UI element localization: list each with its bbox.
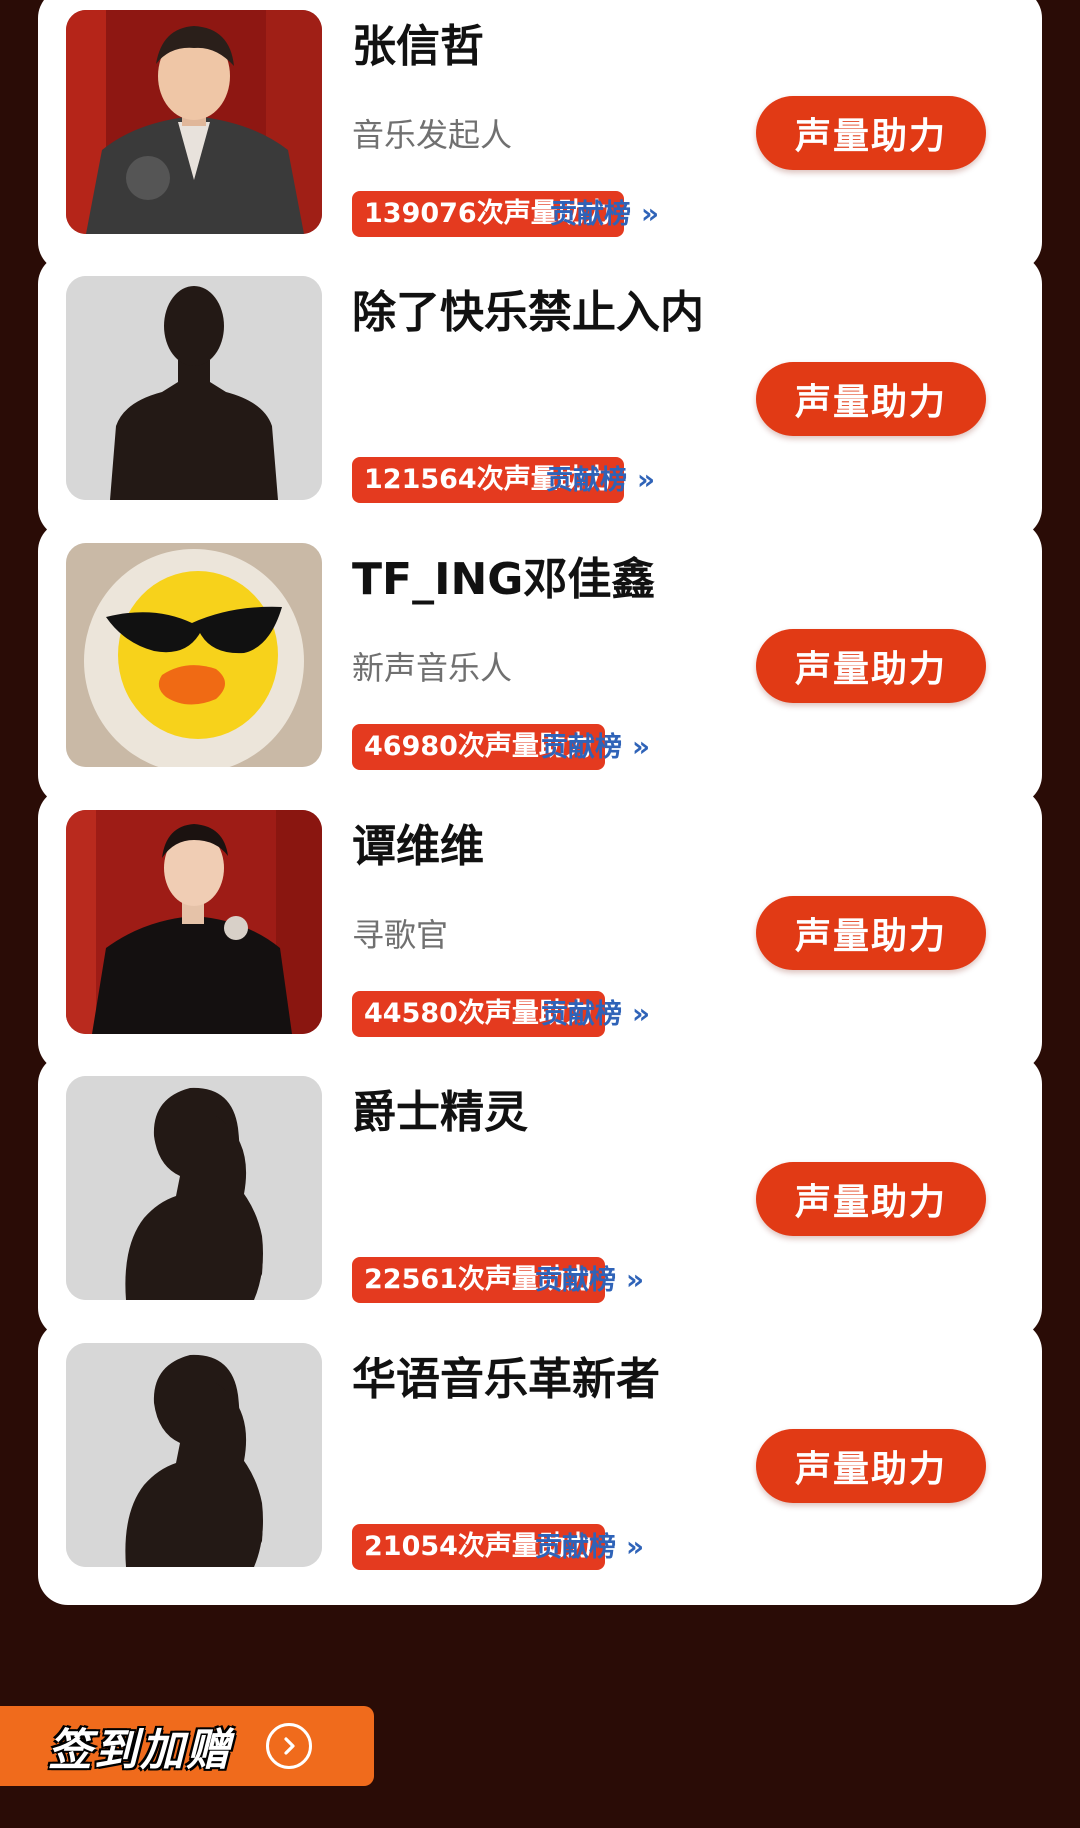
contribution-rank-label: 贡献榜 bbox=[550, 199, 631, 230]
assist-button[interactable]: 声量助力 bbox=[756, 362, 986, 436]
artist-card: 谭维维 寻歌官 44580次声量助力 贡献榜» 声量助力 bbox=[38, 788, 1042, 1072]
artist-role: 寻歌官 bbox=[352, 916, 449, 954]
avatar[interactable] bbox=[66, 543, 322, 767]
artist-name: 谭维维 bbox=[352, 821, 484, 872]
double-chevron-right-icon: » bbox=[626, 1530, 645, 1563]
artist-name: TF_ING邓佳鑫 bbox=[352, 554, 656, 605]
assist-button[interactable]: 声量助力 bbox=[756, 1429, 986, 1503]
double-chevron-right-icon: » bbox=[626, 1263, 645, 1296]
contribution-rank-link[interactable]: 贡献榜 » bbox=[541, 991, 650, 1037]
artist-card: 爵士精灵 22561次声量助力 贡献榜» 声量助力 bbox=[38, 1054, 1042, 1338]
chevron-right-circle-icon bbox=[266, 1723, 312, 1769]
avatar[interactable] bbox=[66, 1343, 322, 1567]
assist-button[interactable]: 声量助力 bbox=[756, 629, 986, 703]
avatar[interactable] bbox=[66, 10, 322, 234]
artist-name: 华语音乐革新者 bbox=[352, 1354, 660, 1405]
artist-name: 爵士精灵 bbox=[352, 1087, 528, 1138]
contribution-rank-link[interactable]: 贡献榜 » bbox=[535, 1524, 644, 1570]
contribution-rank-link[interactable]: 贡献榜 » bbox=[541, 724, 650, 770]
artist-role: 新声音乐人 bbox=[352, 649, 513, 687]
contribution-rank-label: 贡献榜 bbox=[541, 999, 622, 1030]
contribution-rank-link[interactable]: 贡献榜 » bbox=[546, 457, 655, 503]
double-chevron-right-icon: » bbox=[632, 730, 651, 763]
assist-button[interactable]: 声量助力 bbox=[756, 1162, 986, 1236]
avatar[interactable] bbox=[66, 1076, 322, 1300]
double-chevron-right-icon: » bbox=[641, 197, 660, 230]
artist-card: TF_ING邓佳鑫 新声音乐人 46980次声量助力 贡献榜» 声量助力 bbox=[38, 521, 1042, 805]
avatar[interactable] bbox=[66, 810, 322, 1034]
signin-label: 签到加赠 bbox=[48, 1725, 232, 1776]
double-chevron-right-icon: » bbox=[637, 463, 656, 496]
contribution-rank-link[interactable]: 贡献榜 » bbox=[550, 191, 659, 237]
artist-name: 除了快乐禁止入内 bbox=[352, 287, 704, 338]
artist-card: 张信哲 音乐发起人 139076次声量助力 贡献榜» 声量助力 bbox=[38, 0, 1042, 272]
contribution-rank-label: 贡献榜 bbox=[535, 1532, 616, 1563]
assist-button[interactable]: 声量助力 bbox=[756, 96, 986, 170]
artist-card: 华语音乐革新者 21054次声量助力 贡献榜» 声量助力 bbox=[38, 1321, 1042, 1605]
artist-card: 除了快乐禁止入内 121564次声量助力 贡献榜» 声量助力 bbox=[38, 254, 1042, 538]
avatar[interactable] bbox=[66, 276, 322, 500]
contribution-rank-label: 贡献榜 bbox=[546, 465, 627, 496]
double-chevron-right-icon: » bbox=[632, 997, 651, 1030]
artist-role: 音乐发起人 bbox=[352, 116, 513, 154]
signin-bonus-button[interactable]: 签到加赠 bbox=[0, 1706, 374, 1786]
assist-button[interactable]: 声量助力 bbox=[756, 896, 986, 970]
contribution-rank-link[interactable]: 贡献榜 » bbox=[535, 1257, 644, 1303]
artist-list: 张信哲 音乐发起人 139076次声量助力 贡献榜» 声量助力 除了快乐禁止入内 12156… bbox=[0, 0, 1080, 1828]
contribution-rank-label: 贡献榜 bbox=[541, 732, 622, 763]
contribution-rank-label: 贡献榜 bbox=[535, 1265, 616, 1296]
artist-name: 张信哲 bbox=[352, 21, 484, 72]
